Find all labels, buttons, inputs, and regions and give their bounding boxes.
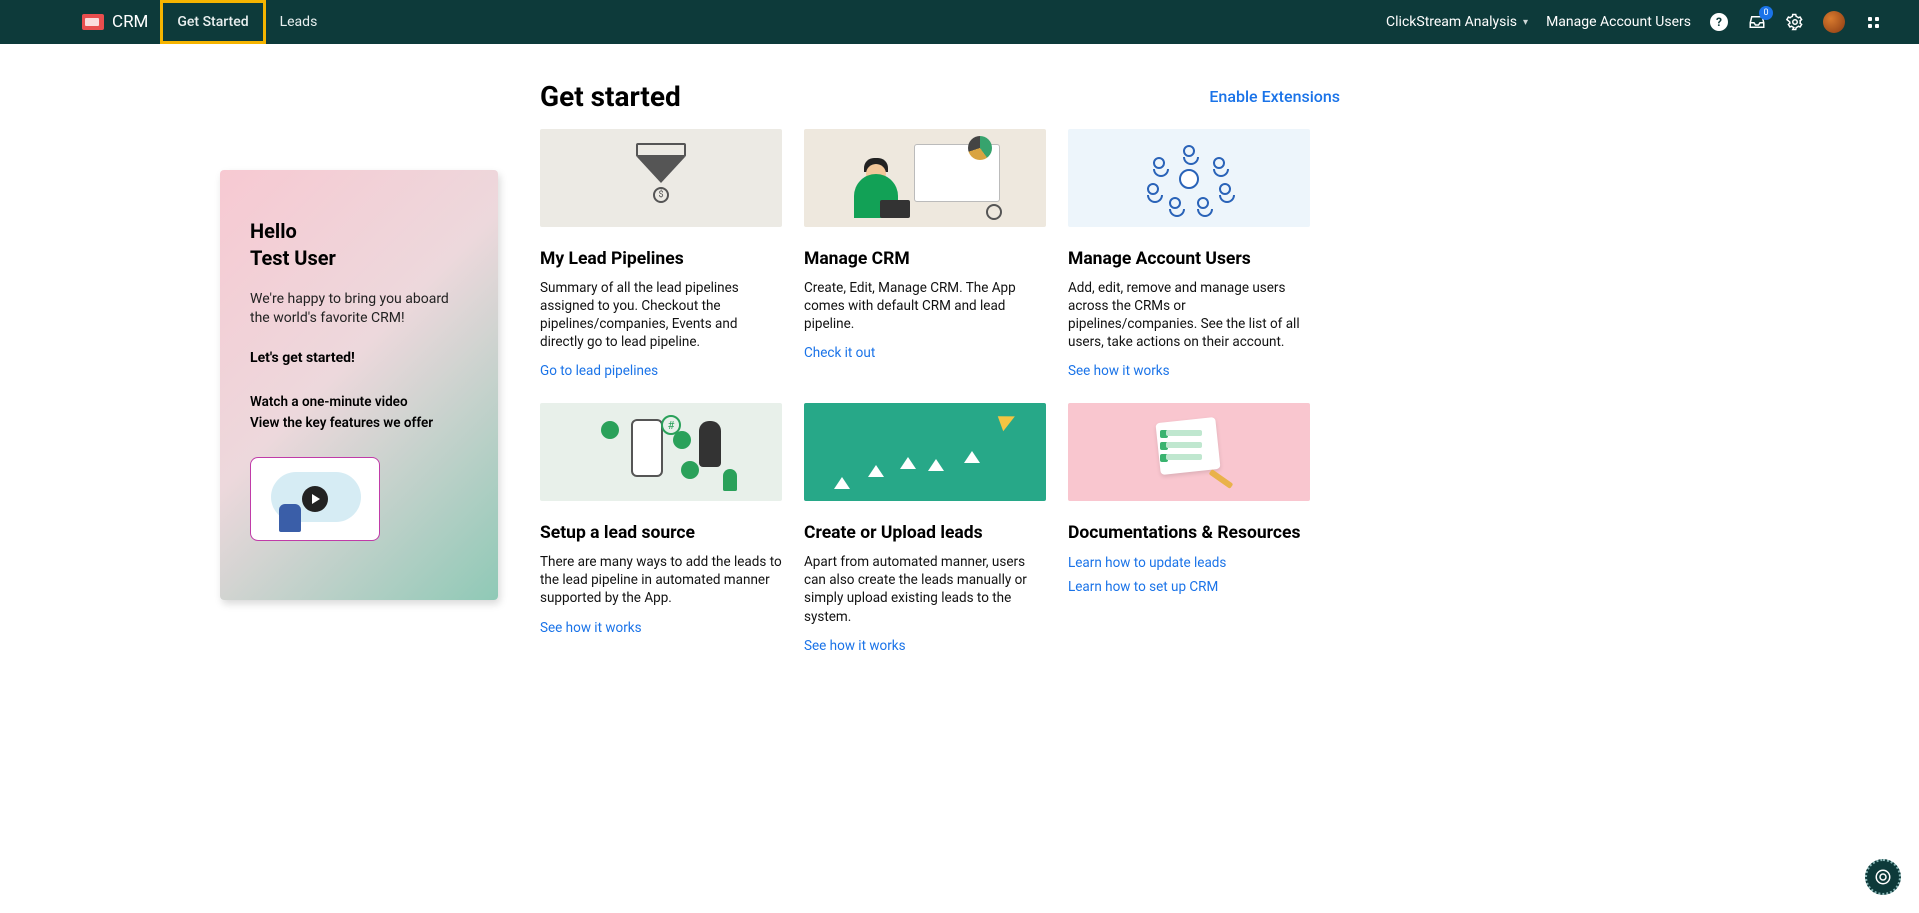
welcome-message: We're happy to bring you aboard the worl… [250, 290, 468, 328]
welcome-card: Hello Test User We're happy to bring you… [220, 170, 498, 600]
card-illustration [804, 129, 1046, 227]
avatar[interactable] [1823, 11, 1845, 33]
card-manage-crm: Manage CRM Create, Edit, Manage CRM. The… [804, 129, 1046, 379]
brand[interactable]: CRM [82, 12, 148, 32]
card-desc: Add, edit, remove and manage users acros… [1068, 279, 1310, 351]
inbox-button[interactable]: 0 [1747, 12, 1767, 32]
main-column: Get started Enable Extensions $ My Lead … [540, 72, 1340, 654]
cards-grid: $ My Lead Pipelines Summary of all the l… [540, 129, 1340, 654]
card-create-upload-leads: Create or Upload leads Apart from automa… [804, 403, 1046, 653]
person-shape [279, 504, 301, 532]
card-link-see-how[interactable]: See how it works [804, 638, 906, 654]
clickstream-label: ClickStream Analysis [1386, 14, 1517, 30]
card-setup-lead-source: # Setup a lead source There are many way… [540, 403, 782, 653]
welcome-hello: Hello [250, 219, 297, 243]
card-illustration: $ [540, 129, 782, 227]
manage-account-users-link[interactable]: Manage Account Users [1546, 14, 1691, 30]
view-features-link[interactable]: View the key features we offer [250, 413, 468, 435]
nav-right: ClickStream Analysis ▾ Manage Account Us… [1386, 11, 1907, 33]
inbox-badge: 0 [1759, 6, 1773, 20]
welcome-heading: Hello Test User [250, 218, 468, 272]
lead-source-illustration: # [581, 413, 741, 491]
card-manage-account-users: Manage Account Users Add, edit, remove a… [1068, 129, 1310, 379]
nav-tabs: Get Started Leads [160, 0, 331, 44]
help-icon: ? [1710, 13, 1728, 31]
card-link-update-leads[interactable]: Learn how to update leads [1068, 555, 1226, 571]
welcome-actions: Watch a one-minute video View the key fe… [250, 392, 468, 435]
tab-leads[interactable]: Leads [266, 0, 332, 44]
card-title: Manage CRM [804, 249, 1046, 269]
brand-icon [82, 14, 104, 30]
card-desc: Summary of all the lead pipelines assign… [540, 279, 782, 351]
card-link-see-how[interactable]: See how it works [1068, 363, 1170, 379]
card-title: Create or Upload leads [804, 523, 1046, 543]
card-documentation: Documentations & Resources Learn how to … [1068, 403, 1310, 653]
floating-help-button[interactable] [1865, 859, 1901, 895]
card-illustration [1068, 129, 1310, 227]
enable-extensions-link[interactable]: Enable Extensions [1209, 87, 1340, 106]
welcome-getstarted: Let's get started! [250, 350, 468, 366]
card-illustration [1068, 403, 1310, 501]
card-illustration [804, 403, 1046, 501]
card-link-see-how[interactable]: See how it works [540, 620, 642, 636]
card-link-setup-crm[interactable]: Learn how to set up CRM [1068, 579, 1310, 595]
chevron-down-icon: ▾ [1523, 17, 1528, 28]
card-link-go-to-pipelines[interactable]: Go to lead pipelines [540, 363, 658, 379]
tab-get-started[interactable]: Get Started [160, 0, 265, 44]
card-title: My Lead Pipelines [540, 249, 782, 269]
card-title: Manage Account Users [1068, 249, 1310, 269]
users-icon [1139, 143, 1239, 213]
checklist-illustration [1144, 416, 1234, 488]
funnel-icon: $ [631, 143, 691, 213]
gear-icon [1786, 13, 1804, 31]
welcome-user: Test User [250, 246, 336, 270]
crm-illustration [850, 138, 1000, 218]
card-illustration: # [540, 403, 782, 501]
brand-text: CRM [112, 12, 148, 32]
card-title: Setup a lead source [540, 523, 782, 543]
video-thumbnail[interactable] [250, 457, 380, 541]
top-nav: CRM Get Started Leads ClickStream Analys… [0, 0, 1919, 44]
settings-button[interactable] [1785, 12, 1805, 32]
card-desc: Apart from automated manner, users can a… [804, 553, 1046, 625]
grid-icon [1868, 17, 1879, 28]
card-desc: There are many ways to add the leads to … [540, 553, 782, 607]
card-desc: Create, Edit, Manage CRM. The App comes … [804, 279, 1046, 333]
play-icon [302, 486, 328, 512]
card-link-check-it-out[interactable]: Check it out [804, 345, 875, 361]
help-button[interactable]: ? [1709, 12, 1729, 32]
clickstream-menu[interactable]: ClickStream Analysis ▾ [1386, 14, 1528, 30]
lifebuoy-icon [1874, 868, 1892, 886]
card-my-lead-pipelines: $ My Lead Pipelines Summary of all the l… [540, 129, 782, 379]
page-header: Get started Enable Extensions [540, 80, 1340, 113]
apps-button[interactable] [1863, 12, 1883, 32]
card-title: Documentations & Resources [1068, 523, 1310, 543]
page-body: Hello Test User We're happy to bring you… [0, 44, 1919, 654]
page-title: Get started [540, 80, 681, 113]
welcome-column: Hello Test User We're happy to bring you… [80, 72, 480, 654]
watch-video-link[interactable]: Watch a one-minute video [250, 392, 468, 414]
upload-illustration [804, 403, 1046, 501]
